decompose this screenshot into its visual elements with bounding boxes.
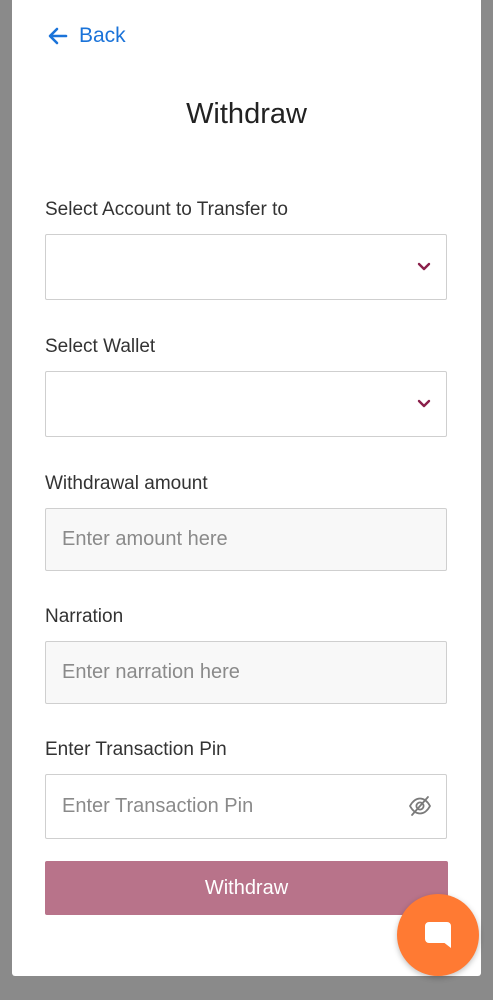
chat-bubble-icon [425, 922, 451, 948]
page-title: Withdraw [186, 98, 307, 130]
pin-field [45, 774, 447, 839]
pin-label: Enter Transaction Pin [45, 739, 227, 760]
arrow-left-icon [48, 27, 68, 45]
amount-label: Withdrawal amount [45, 473, 208, 494]
withdraw-button[interactable]: Withdraw [45, 861, 448, 915]
wallet-select[interactable] [45, 371, 447, 437]
chevron-down-icon [417, 262, 431, 271]
narration-field [45, 641, 447, 704]
account-select[interactable] [45, 234, 447, 300]
amount-input[interactable] [46, 509, 446, 570]
account-label: Select Account to Transfer to [45, 199, 288, 220]
chevron-down-icon [417, 399, 431, 408]
wallet-label: Select Wallet [45, 336, 156, 357]
amount-field [45, 508, 447, 571]
back-label[interactable]: Back [79, 24, 126, 48]
eye-off-icon[interactable] [408, 795, 432, 817]
back-link[interactable]: Back [48, 22, 126, 50]
withdraw-panel: Back Withdraw Select Account to Transfer… [12, 0, 481, 976]
narration-input[interactable] [46, 642, 446, 703]
narration-label: Narration [45, 606, 124, 627]
chat-button[interactable] [397, 894, 479, 976]
pin-input[interactable] [46, 775, 446, 838]
